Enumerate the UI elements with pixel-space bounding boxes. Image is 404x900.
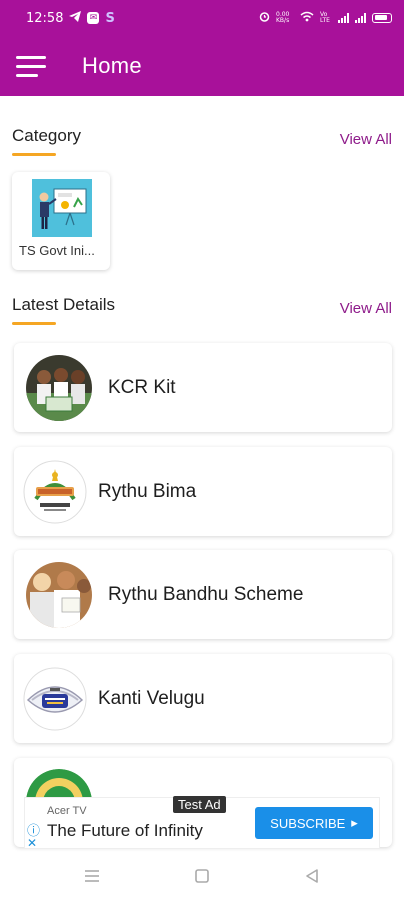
- list-item-rythu-bima[interactable]: Rythu Bima: [14, 447, 392, 536]
- status-time: 12:58: [26, 10, 64, 26]
- category-title: Category: [12, 126, 81, 145]
- rythu-bima-logo: [22, 458, 88, 525]
- wifi-icon: [300, 11, 314, 25]
- test-ad-tag: Test Ad: [173, 796, 226, 813]
- latest-details-title: Latest Details: [12, 295, 115, 314]
- category-card-ts-govt[interactable]: TS Govt Ini...: [12, 172, 110, 270]
- skype-icon: S: [105, 10, 115, 26]
- presentation-board-icon: [32, 179, 92, 237]
- latest-view-all-link[interactable]: View All: [340, 300, 392, 317]
- list-item-kanti-velugu[interactable]: Kanti Velugu: [14, 654, 392, 743]
- volte-icon: Vo LTE: [320, 11, 330, 24]
- signal-icon: [355, 13, 366, 23]
- list-item-rythu-bandhu-scheme[interactable]: Rythu Bandhu Scheme: [14, 550, 392, 639]
- category-header: Category View All: [12, 126, 392, 156]
- subscribe-button[interactable]: SUBSCRIBE ▸: [255, 807, 373, 839]
- kanti-velugu-logo: [22, 665, 88, 732]
- hamburger-menu-icon[interactable]: [10, 40, 62, 92]
- list-item-label: Rythu Bandhu Scheme: [108, 583, 304, 605]
- ad-banner[interactable]: Test Ad ⓘ ✕ Acer TV The Future of Infini…: [24, 796, 380, 850]
- chevron-right-icon: ▸: [351, 815, 358, 830]
- rythu-bandhu-photo: [26, 561, 92, 628]
- home-icon[interactable]: [188, 862, 216, 890]
- data-speed-icon: 0.00 KB/s: [276, 11, 290, 24]
- back-icon[interactable]: [298, 862, 326, 890]
- ad-advertiser: Acer TV: [47, 805, 87, 817]
- close-icon[interactable]: ✕: [27, 836, 37, 850]
- system-nav-bar: [0, 852, 404, 900]
- app-notification-icon: ✉: [87, 12, 100, 24]
- subscribe-button-label: SUBSCRIBE: [270, 815, 346, 831]
- telegram-icon: [69, 11, 82, 25]
- app-bar: Home: [0, 36, 404, 96]
- kcr-kit-photo: [26, 354, 92, 421]
- list-item-label: Kanti Velugu: [98, 687, 205, 709]
- alarm-icon: [259, 11, 270, 25]
- status-bar: 12:58 ✉ S 0.00 KB/s Vo LTE: [0, 0, 404, 36]
- list-item-label: KCR Kit: [108, 376, 176, 398]
- recent-apps-icon[interactable]: [78, 862, 106, 890]
- list-item-kcr-kit[interactable]: KCR Kit: [14, 343, 392, 432]
- latest-details-header: Latest Details View All: [12, 295, 392, 325]
- list-item-label: Rythu Bima: [98, 480, 197, 502]
- category-label: TS Govt Ini...: [19, 243, 95, 258]
- category-view-all-link[interactable]: View All: [340, 131, 392, 148]
- signal-icon: [338, 13, 349, 23]
- category-title-underline: [12, 153, 56, 156]
- battery-icon: [372, 13, 392, 23]
- page-title: Home: [82, 53, 142, 78]
- latest-details-title-underline: [12, 322, 56, 325]
- ad-headline: The Future of Infinity: [47, 821, 203, 840]
